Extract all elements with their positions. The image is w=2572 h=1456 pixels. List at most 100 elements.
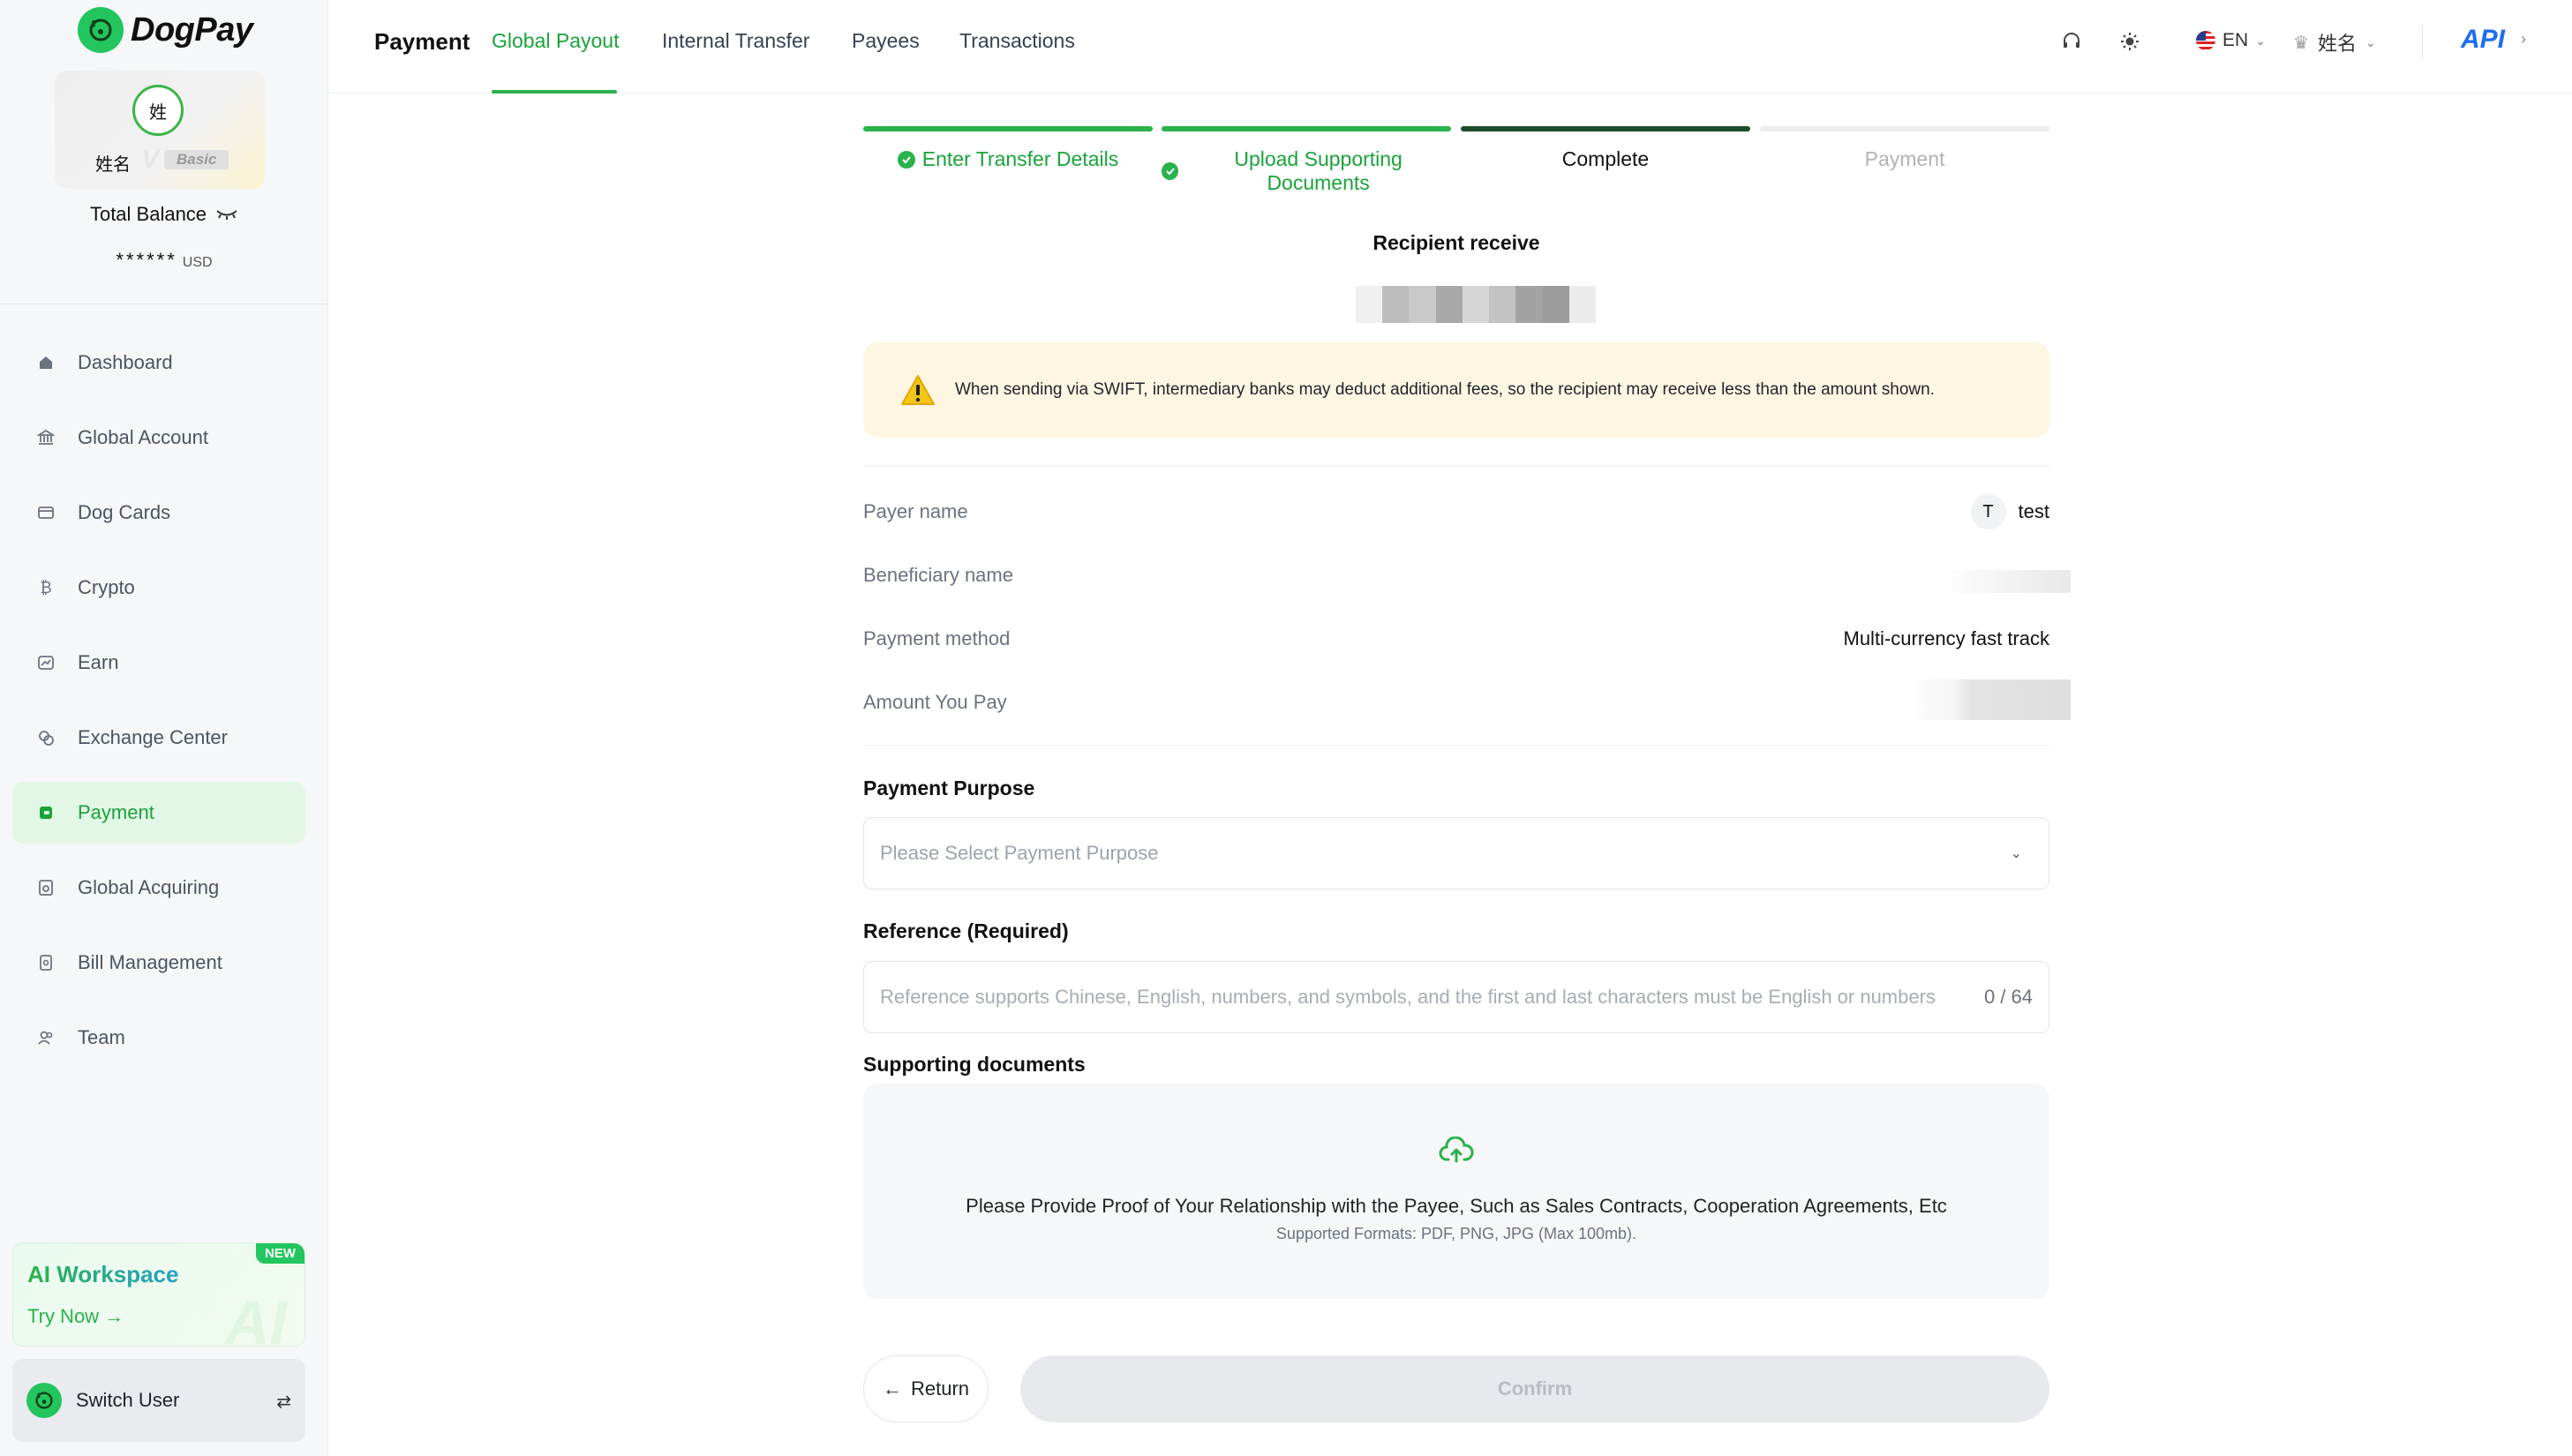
- tab-transactions[interactable]: Transactions: [959, 29, 1075, 53]
- form-divider: [863, 745, 2049, 746]
- sidebar-item-crypto[interactable]: ₿ Crypto: [12, 557, 305, 619]
- step-label: Payment: [1864, 147, 1945, 170]
- step-bar: [1461, 126, 1750, 131]
- switch-user-label: Switch User: [76, 1389, 180, 1411]
- payment-method-row: Payment method Multi-currency fast track: [863, 621, 2049, 657]
- tier-badge: Basic: [164, 150, 229, 169]
- sidebar-item-exchange-center[interactable]: Exchange Center: [12, 707, 305, 769]
- exchange-icon: [35, 727, 56, 748]
- try-now-link[interactable]: Try Now →: [27, 1305, 124, 1328]
- card-icon: [35, 502, 56, 523]
- document-upload-dropzone[interactable]: Please Provide Proof of Your Relationshi…: [863, 1084, 2049, 1299]
- sidebar-item-global-acquiring[interactable]: Global Acquiring: [12, 857, 305, 919]
- upload-instructions: Please Provide Proof of Your Relationshi…: [966, 1195, 1947, 1217]
- swap-icon: ⇄: [276, 1392, 291, 1412]
- sidebar-nav: Dashboard Global Account Dog Cards ₿ Cry…: [12, 332, 305, 1082]
- balance-currency: USD: [182, 255, 213, 270]
- payer-row: Payer name Ttest: [863, 494, 2049, 529]
- payer-value: test: [2018, 500, 2049, 522]
- api-link[interactable]: API: [2461, 25, 2505, 55]
- brand-name: DogPay: [131, 11, 253, 49]
- beneficiary-row: Beneficiary name: [863, 558, 2049, 593]
- reference-label: Reference (Required): [863, 919, 1069, 942]
- reference-placeholder: Reference supports Chinese, English, num…: [880, 986, 1936, 1008]
- redacted-amount: [1356, 286, 1596, 323]
- eye-closed-icon[interactable]: [215, 208, 238, 221]
- switch-user-button[interactable]: Switch User ⇄: [12, 1359, 305, 1442]
- chevron-down-icon: ⌄: [2365, 34, 2376, 49]
- chevron-down-icon: ⌄: [2010, 846, 2022, 861]
- balance-header: Total Balance: [0, 203, 328, 226]
- acquiring-icon: [35, 877, 56, 898]
- step-bar: [1162, 126, 1451, 131]
- warning-text: When sending via SWIFT, intermediary ban…: [955, 380, 1935, 399]
- sidebar-item-label: Dog Cards: [78, 501, 171, 523]
- headset-icon[interactable]: [2058, 28, 2085, 55]
- sidebar-item-label: Global Account: [78, 426, 208, 448]
- ai-workspace-card[interactable]: AI NEW AI Workspace Try Now →: [12, 1242, 305, 1357]
- details-divider: [863, 466, 2049, 467]
- char-counter: 0 / 64: [1983, 986, 2033, 1008]
- sidebar-item-earn[interactable]: Earn: [12, 632, 305, 694]
- step-upload-documents: Upload Supporting Documents: [1162, 126, 1451, 195]
- crown-icon: ♛: [2293, 33, 2309, 53]
- recipient-receive-title: Recipient receive: [1372, 231, 1540, 254]
- sidebar-item-label: Payment: [78, 801, 154, 823]
- top-header: Payment Global Payout Internal Transfer …: [328, 0, 2572, 94]
- profile-card[interactable]: 姓 V 姓名 Basic: [55, 71, 265, 189]
- bitcoin-icon: ₿: [40, 578, 52, 597]
- cloud-upload-icon: [1439, 1137, 1474, 1163]
- balance-label: Total Balance: [89, 203, 207, 225]
- profile-name: 姓名: [95, 155, 131, 175]
- sidebar-item-dog-cards[interactable]: Dog Cards: [12, 482, 305, 544]
- redacted-amount-pay: [1905, 679, 2071, 720]
- earn-icon: [35, 652, 56, 673]
- tab-internal-transfer[interactable]: Internal Transfer: [662, 29, 809, 53]
- theme-sun-icon[interactable]: [2117, 28, 2143, 55]
- confirm-button[interactable]: Confirm: [1020, 1355, 2049, 1422]
- payment-purpose-label: Payment Purpose: [863, 777, 1035, 799]
- avatar: 姓: [132, 85, 184, 136]
- dashboard-icon: [35, 352, 56, 373]
- step-label: Upload Supporting Documents: [1234, 147, 1403, 194]
- sidebar-item-label: Exchange Center: [78, 726, 228, 748]
- balance-value: ******: [116, 249, 177, 271]
- check-circle-icon: [897, 150, 915, 169]
- payer-avatar: T: [1970, 494, 2006, 529]
- swift-fee-warning: When sending via SWIFT, intermediary ban…: [863, 342, 2049, 438]
- step-enter-details: Enter Transfer Details: [863, 126, 1153, 171]
- tab-payees[interactable]: Payees: [852, 29, 920, 53]
- user-menu[interactable]: ♛ 姓名 ⌄: [2293, 28, 2376, 56]
- bank-icon: [35, 427, 56, 448]
- sidebar: DogPay 姓 V 姓名 Basic Total Balance ******…: [0, 0, 328, 1456]
- sidebar-item-dashboard[interactable]: Dashboard: [12, 332, 305, 394]
- sidebar-item-global-account[interactable]: Global Account: [12, 407, 305, 469]
- payment-purpose-select[interactable]: Please Select Payment Purpose ⌄: [863, 817, 2049, 889]
- language-label: EN: [2222, 30, 2249, 50]
- bill-icon: [35, 952, 56, 973]
- sidebar-item-team[interactable]: Team: [12, 1007, 305, 1069]
- sidebar-item-payment[interactable]: Payment: [12, 782, 305, 844]
- chevron-right-icon[interactable]: ›: [2521, 30, 2526, 49]
- beneficiary-label: Beneficiary name: [863, 564, 1013, 586]
- sidebar-item-label: Crypto: [78, 576, 135, 598]
- active-tab-indicator: [492, 90, 617, 94]
- step-bar: [863, 126, 1153, 131]
- sidebar-item-label: Earn: [78, 651, 119, 673]
- try-now-label: Try Now: [27, 1305, 100, 1327]
- sidebar-item-label: Team: [78, 1026, 125, 1048]
- page-title: Payment: [374, 28, 470, 55]
- brand-logo[interactable]: DogPay: [78, 7, 253, 53]
- payer-label: Payer name: [863, 500, 968, 522]
- team-icon: [35, 1027, 56, 1048]
- upload-formats: Supported Formats: PDF, PNG, JPG (Max 10…: [1275, 1225, 1637, 1242]
- language-selector[interactable]: EN ⌄: [2196, 30, 2266, 51]
- reference-input[interactable]: Reference supports Chinese, English, num…: [863, 961, 2049, 1033]
- amount-row: Amount You Pay: [863, 685, 2049, 720]
- us-flag-icon: [2196, 31, 2215, 50]
- supporting-docs-label: Supporting documents: [863, 1053, 1086, 1076]
- tab-global-payout[interactable]: Global Payout: [492, 29, 619, 53]
- header-divider: [2422, 25, 2423, 60]
- return-button[interactable]: ← Return: [863, 1355, 989, 1422]
- sidebar-item-bill-management[interactable]: Bill Management: [12, 932, 305, 994]
